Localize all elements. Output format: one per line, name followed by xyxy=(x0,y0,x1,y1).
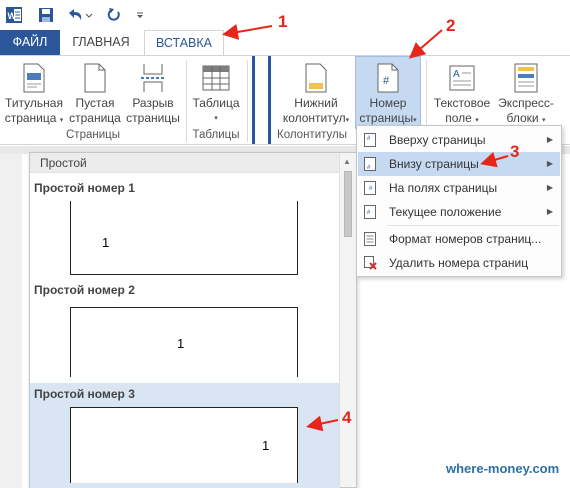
annotation-arrow-1 xyxy=(222,24,273,40)
annotation-arrow-3 xyxy=(480,151,509,168)
annotation-arrows xyxy=(222,24,509,432)
annotation-number-2: 2 xyxy=(446,16,456,35)
annotation-number-1: 1 xyxy=(278,12,288,31)
annotation-arrow-4 xyxy=(306,415,339,432)
watermark: where-money.com xyxy=(446,461,560,476)
annotation-arrow-2 xyxy=(408,29,443,59)
annotation-number-4: 4 xyxy=(342,408,352,427)
annotation-number-3: 3 xyxy=(510,142,520,161)
